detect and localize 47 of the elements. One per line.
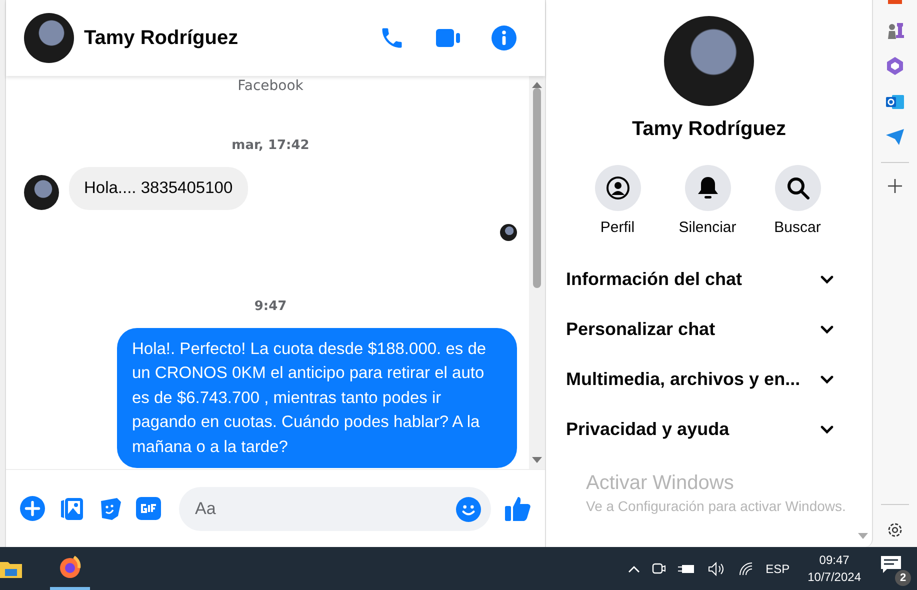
notification-icon[interactable]: [881, 556, 901, 574]
message-bubble: Hola!. Perfecto! La cuota desde $188.000. es de un CRONOS 0KM el anticipo para retirar el auto es de $6.743.700 , mientras tanto podes ir pagando en cuotas. Cuándo podes hablar? A la mañana o a la tarde?: [117, 328, 517, 468]
search-button[interactable]: Buscar: [764, 165, 832, 236]
chevron-up-icon[interactable]: [628, 564, 640, 572]
message-input-field[interactable]: Aa: [179, 486, 491, 530]
plus-icon[interactable]: [20, 496, 45, 521]
speaker-icon[interactable]: [708, 562, 726, 576]
chess-pieces-icon[interactable]: [885, 20, 905, 40]
image-icon[interactable]: [59, 496, 84, 520]
emoji-icon[interactable]: [456, 496, 481, 522]
activation-title: Activar Windows: [586, 472, 735, 495]
scrollbar-thumb[interactable]: [533, 88, 541, 288]
video-camera-icon[interactable]: [435, 27, 461, 49]
language-indicator[interactable]: ESP: [766, 562, 790, 576]
timestamp: mar, 17:42: [230, 138, 310, 153]
battery-icon[interactable]: [678, 562, 696, 574]
contact-name: Tamy Rodríguez: [632, 118, 786, 141]
contact-name: Tamy Rodríguez: [84, 26, 240, 50]
clock-time[interactable]: 09:47: [819, 553, 850, 567]
paper-plane-icon[interactable]: [885, 128, 905, 146]
sticker-icon[interactable]: [98, 496, 122, 520]
mute-button[interactable]: Silenciar: [674, 165, 742, 236]
message-bubble: Hola.... 3835405100: [69, 167, 248, 210]
plus-icon[interactable]: [888, 179, 902, 193]
contact-avatar: [24, 13, 74, 63]
section-header[interactable]: Privacidad y ayuda: [566, 404, 836, 454]
settings-icon[interactable]: [886, 521, 904, 539]
clock-date[interactable]: 10/7/2024: [808, 570, 861, 584]
contact-avatar: [24, 174, 59, 210]
bell-icon: [696, 176, 718, 200]
section-header[interactable]: Multimedia, archivos y en...: [566, 354, 836, 404]
thumbs-up-icon[interactable]: [505, 496, 531, 521]
camera-icon[interactable]: [652, 560, 666, 576]
profile-button[interactable]: Perfil: [584, 165, 652, 236]
gif-icon[interactable]: [136, 497, 161, 520]
notification-count: 2: [895, 570, 911, 586]
seen-avatar: [500, 224, 517, 240]
search-icon: [786, 176, 810, 200]
info-icon[interactable]: [491, 25, 517, 51]
profile-icon: [606, 176, 630, 200]
system-notice: Facebook: [236, 78, 304, 94]
wifi-icon[interactable]: [738, 562, 754, 576]
timestamp: 9:47: [253, 298, 288, 314]
section-header[interactable]: Información del chat: [566, 254, 836, 304]
section-header[interactable]: Personalizar chat: [566, 304, 836, 354]
activation-text: Ve a Configuración para activar Windows.: [586, 498, 846, 514]
folder-icon[interactable]: [0, 560, 22, 578]
